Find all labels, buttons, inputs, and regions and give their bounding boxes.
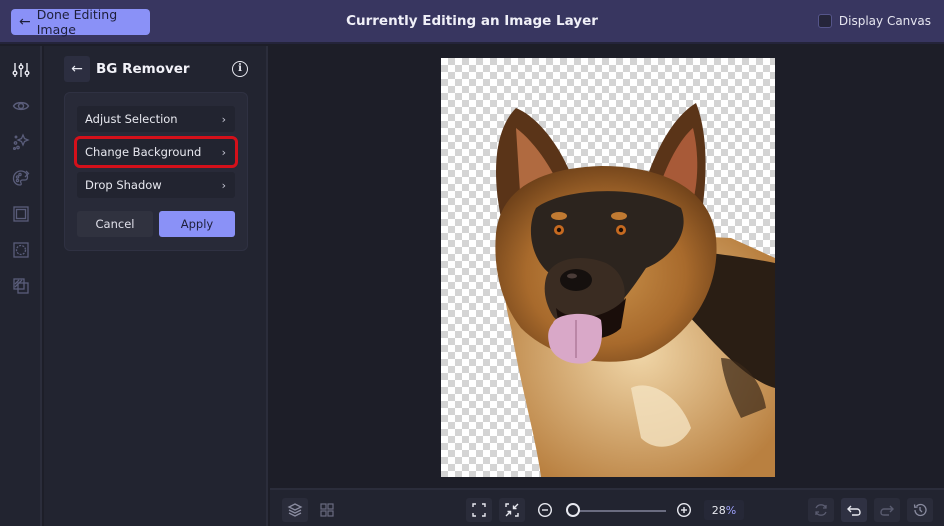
redo-icon [880,505,894,516]
panel-title: BG Remover [96,61,190,77]
zoom-slider-handle[interactable] [565,503,580,517]
collapse-icon [505,503,519,517]
chevron-right-icon: › [221,178,226,192]
panel-back-button[interactable]: ← [64,56,90,82]
option-label: Adjust Selection [85,112,178,126]
top-bar: ← Done Editing Image Currently Editing a… [0,0,944,44]
reset-button[interactable] [808,498,834,522]
undo-icon [847,505,861,516]
sidebar-item-overlay[interactable] [10,275,32,297]
display-canvas-label: Display Canvas [838,14,931,28]
grid-icon [320,503,334,517]
overlay-icon [13,278,29,294]
shrink-button[interactable] [499,498,525,522]
sliders-icon [12,63,30,77]
sidebar-item-effects[interactable] [10,131,32,153]
arrow-left-icon: ← [71,61,83,77]
option-label: Drop Shadow [85,178,162,192]
zoom-unit: % [725,503,737,517]
chevron-right-icon: › [221,145,226,159]
bottom-toolbar: 28% [270,488,944,526]
border-icon [13,242,29,258]
image-layer[interactable] [441,58,775,477]
grid-button[interactable] [314,498,340,522]
bg-remover-panel: ← BG Remover i Adjust Selection › Change… [44,46,268,526]
zoom-level-display[interactable]: 28% [704,500,744,520]
palette-icon [12,170,30,186]
apply-button[interactable]: Apply [159,211,235,237]
done-editing-image-label: Done Editing Image [36,7,118,37]
frame-icon [13,206,29,222]
zoom-out-button[interactable] [532,498,558,522]
info-icon[interactable]: i [232,61,248,77]
history-icon [913,503,927,517]
sidebar-item-view[interactable] [10,95,32,117]
zoom-slider-track[interactable] [568,510,666,512]
canvas-stage [270,46,944,488]
option-adjust-selection[interactable]: Adjust Selection › [77,106,235,132]
chevron-right-icon: › [221,112,226,126]
zoom-out-icon [537,502,553,518]
tool-sidebar [0,46,42,526]
layers-button[interactable] [282,498,308,522]
done-editing-image-button[interactable]: ← Done Editing Image [11,7,150,37]
display-canvas-toggle[interactable]: Display Canvas [817,14,931,28]
arrow-left-icon: ← [19,14,31,30]
redo-button[interactable] [874,498,900,522]
expand-icon [472,503,486,517]
layers-icon [287,503,303,517]
sidebar-item-border[interactable] [10,239,32,261]
zoom-in-button[interactable] [671,498,697,522]
history-button[interactable] [907,498,933,522]
sidebar-item-frame[interactable] [10,203,32,225]
cancel-button[interactable]: Cancel [77,211,153,237]
display-canvas-checkbox[interactable] [817,14,832,28]
eye-icon [12,101,30,111]
zoom-value: 28 [711,503,726,517]
sidebar-item-adjust[interactable] [10,59,32,81]
sidebar-item-color[interactable] [10,167,32,189]
undo-button[interactable] [841,498,867,522]
refresh-icon [815,504,827,516]
sparkles-icon [12,133,30,151]
fit-to-screen-button[interactable] [466,498,492,522]
option-change-background[interactable]: Change Background › [74,136,238,168]
dog-image [495,103,775,477]
option-label: Change Background [85,145,202,159]
option-drop-shadow[interactable]: Drop Shadow › [77,172,235,198]
bg-remover-options-card: Adjust Selection › Change Background › D… [64,92,248,251]
zoom-in-icon [676,502,692,518]
